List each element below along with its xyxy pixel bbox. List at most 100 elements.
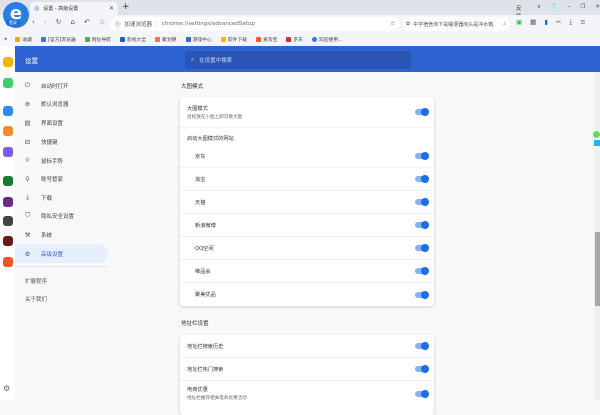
- bookmark-item[interactable]: 影视大全: [119, 36, 146, 43]
- setting-row: 地址栏热门搜索: [180, 358, 434, 381]
- clock-app-icon[interactable]: [3, 78, 13, 88]
- mouse-icon: ⌾: [25, 156, 30, 164]
- bookmark-item[interactable]: 京东: [286, 36, 303, 43]
- sidebar-item-downloads[interactable]: ⤓ 下载: [15, 188, 108, 207]
- big-image-toggle[interactable]: [415, 108, 429, 116]
- big-image-row: 大图模式 鼠标放在小图上即可看大图: [180, 97, 434, 128]
- bookmark-item[interactable]: 软件下载: [220, 36, 247, 43]
- login-badge[interactable]: 登录: [6, 20, 20, 26]
- hot-search-toggle[interactable]: [415, 365, 429, 373]
- bookmark-item[interactable]: 收藏: [15, 36, 32, 43]
- site-toggle[interactable]: [415, 244, 429, 252]
- site-toggle[interactable]: [415, 175, 429, 183]
- setting-row: 地址栏搜索历史: [180, 335, 434, 358]
- game-app-icon[interactable]: [3, 216, 13, 226]
- site-toggle[interactable]: [415, 267, 429, 275]
- site-toggle[interactable]: [415, 198, 429, 206]
- floating-assistant-icon[interactable]: [592, 128, 600, 150]
- search-text[interactable]: 中字宿舍床下是睡便器床头是冲水箱: [413, 21, 500, 28]
- site-toggle[interactable]: [415, 290, 429, 299]
- close-tab-icon[interactable]: ✕: [109, 5, 114, 12]
- bookmark-item[interactable]: 聚划算: [155, 36, 177, 43]
- site-label: 加速浏览器: [124, 22, 153, 28]
- site-toggle[interactable]: [415, 152, 429, 160]
- search-icon: ⌕: [191, 56, 195, 63]
- sidebar-item-accounts[interactable]: ⚲ 账号管家: [15, 169, 108, 188]
- site-info-icon: ⓔ: [115, 22, 121, 28]
- site-row: 淘宝: [180, 168, 434, 191]
- page-title: 设置: [25, 57, 38, 65]
- home-icon[interactable]: ⌂: [71, 18, 75, 26]
- download-toolbar-icon[interactable]: ⤓: [569, 18, 572, 27]
- menu-icon[interactable]: ≡: [580, 18, 585, 27]
- url-text[interactable]: chrome://settings/advancedSetup: [162, 21, 386, 27]
- ecommerce-toggle[interactable]: [415, 390, 429, 398]
- bag-app-icon[interactable]: [3, 106, 13, 116]
- keyboard-icon: ⊟: [24, 137, 31, 146]
- undo-icon[interactable]: ↶: [84, 18, 90, 26]
- tab-settings[interactable]: ◎ 设置 - 高级设置 ✕: [30, 2, 118, 15]
- globe-icon: ⊕: [24, 99, 31, 108]
- tools-app-icon[interactable]: [3, 126, 13, 136]
- sidebar-item-advanced[interactable]: ⚙ 高级设置: [15, 244, 108, 263]
- screenshot-icon[interactable]: ✂: [556, 18, 561, 27]
- sidebar-item-startup[interactable]: ⏻ 启动时打开: [15, 76, 108, 95]
- bookmark-item[interactable]: 欢迎使用...: [312, 36, 343, 43]
- download-icon: ⤓: [26, 193, 29, 201]
- site-toggle[interactable]: [415, 221, 429, 229]
- bookmark-star-icon[interactable]: ☆: [99, 18, 105, 26]
- gear-icon: ⚙: [24, 249, 31, 258]
- settings-search-input[interactable]: ⌕ 在设置中搜索: [185, 51, 411, 69]
- game-app-icon[interactable]: [3, 176, 13, 186]
- divider: [15, 266, 109, 267]
- setting-row: 电商优惠 地址栏推荐相关电商优惠活动: [180, 381, 434, 409]
- site-row: 聚美优品: [180, 283, 434, 306]
- key-icon: ⚲: [25, 174, 30, 183]
- sidebar-item-privacy[interactable]: ⛉ 隐私安全设置: [15, 206, 108, 225]
- bookmark-item[interactable]: 网址导航: [84, 36, 111, 43]
- sidebar-extensions-link[interactable]: 扩展程序: [25, 277, 47, 285]
- apps-grid-icon[interactable]: ▦: [530, 18, 536, 27]
- purple-app-icon[interactable]: [3, 147, 13, 157]
- favorites-app-icon[interactable]: [3, 57, 13, 67]
- settings-sidebar: ⏻ 启动时打开 ⊕ 默认浏览器 ▤ 界面设置 ⊟ 快捷键 ⌾ 鼠标手势 ⚲ 账号管家 ⤓ 下载…: [15, 72, 165, 400]
- sidebar-item-shortcuts[interactable]: ⊟ 快捷键: [15, 132, 108, 151]
- power-icon: ⏻: [24, 81, 31, 89]
- sidebar-item-system[interactable]: ⚒ 系统: [15, 225, 108, 244]
- sound-icon[interactable]: ◂: [4, 37, 6, 42]
- tab-title: 设置 - 高级设置: [43, 6, 79, 12]
- address-bar[interactable]: ⓔ 加速浏览器 | chrome://settings/advancedSetu…: [110, 17, 400, 31]
- sites-label: 启动大图模式的网站: [187, 136, 234, 142]
- site-row: QQ空间: [180, 237, 434, 260]
- game-app-icon[interactable]: [3, 197, 13, 207]
- bookmark-item[interactable]: 游戏中心: [185, 36, 212, 43]
- search-icon[interactable]: ⌕: [503, 21, 506, 27]
- sidebar-item-appearance[interactable]: ▤ 界面设置: [15, 113, 108, 132]
- extension-green-icon[interactable]: ▣: [516, 18, 522, 27]
- reload-icon[interactable]: ↻: [56, 18, 62, 26]
- setting-desc: 鼠标放在小图上即可看大图: [187, 114, 243, 120]
- back-icon[interactable]: ‹: [32, 18, 35, 26]
- search-placeholder: 在设置中搜索: [199, 58, 233, 64]
- search-box[interactable]: ✿ 中字宿舍床下是睡便器床头是冲水箱 ⌕: [402, 17, 510, 31]
- bookmark-item[interactable]: [官方]浏览器: [41, 36, 76, 43]
- wrench-icon: ⚒: [24, 230, 31, 239]
- site-row: 天猫: [180, 191, 434, 214]
- window-icon: ▤: [24, 118, 31, 127]
- star-icon[interactable]: ☆: [390, 21, 395, 27]
- new-tab-button[interactable]: +: [122, 2, 130, 12]
- forward-icon[interactable]: ›: [44, 18, 47, 26]
- sidebar-about-link[interactable]: 关于我们: [25, 295, 47, 303]
- sidebar-item-mouse-gestures[interactable]: ⌾ 鼠标手势: [15, 151, 108, 170]
- orange-app-icon[interactable]: [3, 257, 13, 267]
- shield-icon: ⛉: [25, 211, 30, 219]
- game-app-icon[interactable]: [3, 236, 13, 246]
- search-history-toggle[interactable]: [415, 342, 429, 350]
- settings-gear-icon[interactable]: ⚙: [3, 384, 10, 393]
- extension-blue-icon[interactable]: ▮: [544, 18, 548, 27]
- settings-header: 设置 ⌕ 在设置中搜索: [15, 46, 600, 72]
- scrollbar-thumb[interactable]: [595, 232, 600, 306]
- bookmark-item[interactable]: 爱淘宝: [255, 36, 277, 43]
- section-title-address-bar: 地址栏设置: [181, 321, 209, 327]
- sidebar-item-default-browser[interactable]: ⊕ 默认浏览器: [15, 94, 108, 113]
